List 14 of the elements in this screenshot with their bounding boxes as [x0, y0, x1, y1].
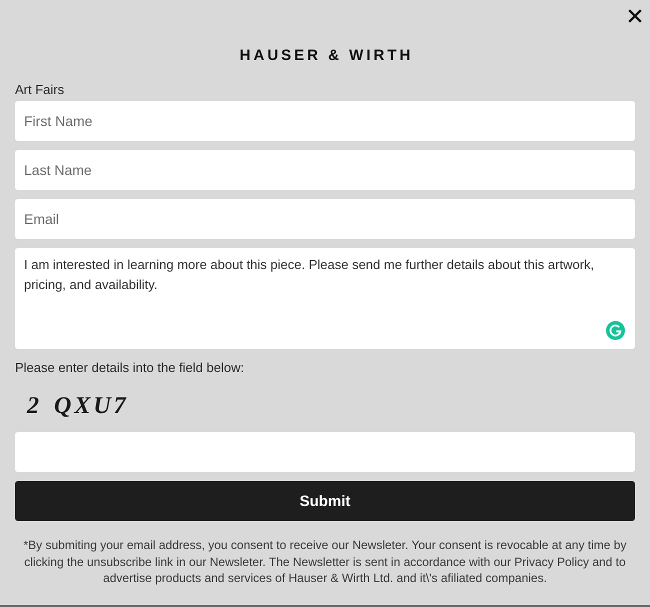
- captcha-code: 2 QXU7: [27, 394, 129, 418]
- input-field[interactable]: Email: [15, 199, 635, 239]
- close-button[interactable]: [628, 9, 642, 23]
- captcha-field[interactable]: [15, 432, 635, 472]
- section-label: Art Fairs: [15, 82, 66, 98]
- g-badge-icon[interactable]: [606, 321, 625, 340]
- input-field[interactable]: Last Name: [15, 150, 635, 190]
- message-field[interactable]: I am interested in learning more about this piece. Please send me further details about this artwork, pricing, and availability.: [15, 248, 635, 349]
- input-field[interactable]: First Name: [15, 101, 635, 141]
- captcha-prompt: Please enter details into the field below:: [15, 360, 246, 376]
- submit-button[interactable]: Submit: [15, 481, 635, 521]
- close-icon: [628, 9, 642, 23]
- newsletter-disclaimer: *By submiting your email address, you consent to receive our Newsleter. Your consent is revocable at any time by clicking the unsubscribe link in our Newsleter. The Newsletter is sent in accordance with our Privacy Policy and to advertise products and services of Hauser & Wirth Ltd. and it\'s afiliated companies.: [23, 537, 627, 586]
- logo-text: HAUSER & WIRTH: [240, 48, 414, 64]
